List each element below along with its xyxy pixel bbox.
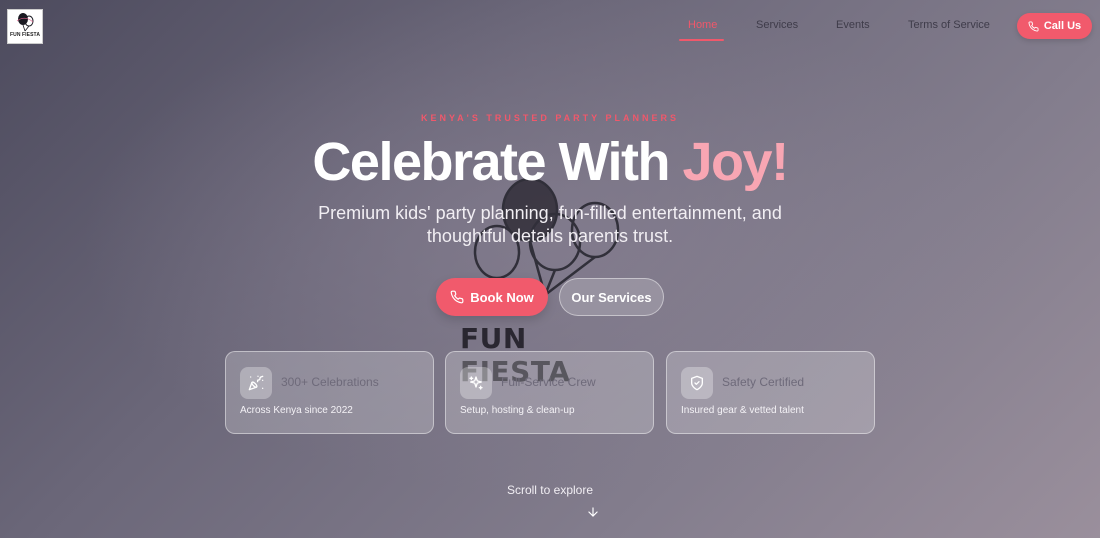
- sparkles-icon: [469, 376, 483, 390]
- hero-cta-row: Book Now Our Services: [0, 278, 1100, 316]
- shield-check-icon: [691, 375, 703, 391]
- call-us-button[interactable]: Call Us: [1017, 13, 1092, 39]
- feature-title: Safety Certified: [722, 375, 805, 389]
- feature-icon-box: [460, 367, 492, 399]
- phone-icon: [1028, 20, 1039, 31]
- feature-card: 300+ Celebrations Across Kenya since 202…: [225, 351, 434, 434]
- hero-title: Celebrate With Joy!: [0, 131, 1100, 193]
- phone-icon: [450, 290, 464, 304]
- balloon-logo-watermark: FUN FIESTA: [455, 170, 635, 388]
- feature-title: Full-Service Crew: [501, 375, 596, 389]
- feature-description: Setup, hosting & clean-up: [460, 405, 575, 416]
- feature-description: Across Kenya since 2022: [240, 405, 353, 416]
- arrow-down-icon[interactable]: [586, 505, 600, 519]
- feature-card: Safety Certified Insured gear & vetted t…: [666, 351, 875, 434]
- feature-card: Full-Service Crew Setup, hosting & clean…: [445, 351, 654, 434]
- hero-subtitle: Premium kids' party planning, fun-filled…: [318, 203, 782, 246]
- feature-title: 300+ Celebrations: [281, 375, 379, 389]
- nav-home[interactable]: Home: [688, 19, 717, 31]
- feature-description: Insured gear & vetted talent: [681, 405, 804, 416]
- book-now-button[interactable]: Book Now: [436, 278, 548, 316]
- active-nav-indicator: [679, 39, 724, 41]
- scroll-hint: Scroll to explore: [506, 483, 594, 497]
- book-now-label: Book Now: [470, 289, 534, 305]
- hero-title-main: Celebrate With: [312, 132, 683, 192]
- hero-title-accent: Joy!: [682, 132, 790, 192]
- hero-eyebrow: KENYA'S TRUSTED PARTY PLANNERS: [421, 113, 679, 123]
- main-nav: Home Services Events Terms of Service: [0, 19, 1100, 39]
- call-us-label: Call Us: [1043, 20, 1082, 32]
- feature-icon-box: [240, 367, 272, 399]
- party-popper-icon: [248, 375, 264, 391]
- nav-events[interactable]: Events: [836, 19, 870, 31]
- site-header: FUN FIESTA ······· Home Services Events …: [0, 0, 1100, 52]
- nav-terms-of-service[interactable]: Terms of Service: [908, 19, 990, 31]
- feature-icon-box: [681, 367, 713, 399]
- our-services-button[interactable]: Our Services: [559, 278, 664, 316]
- nav-services[interactable]: Services: [756, 19, 798, 31]
